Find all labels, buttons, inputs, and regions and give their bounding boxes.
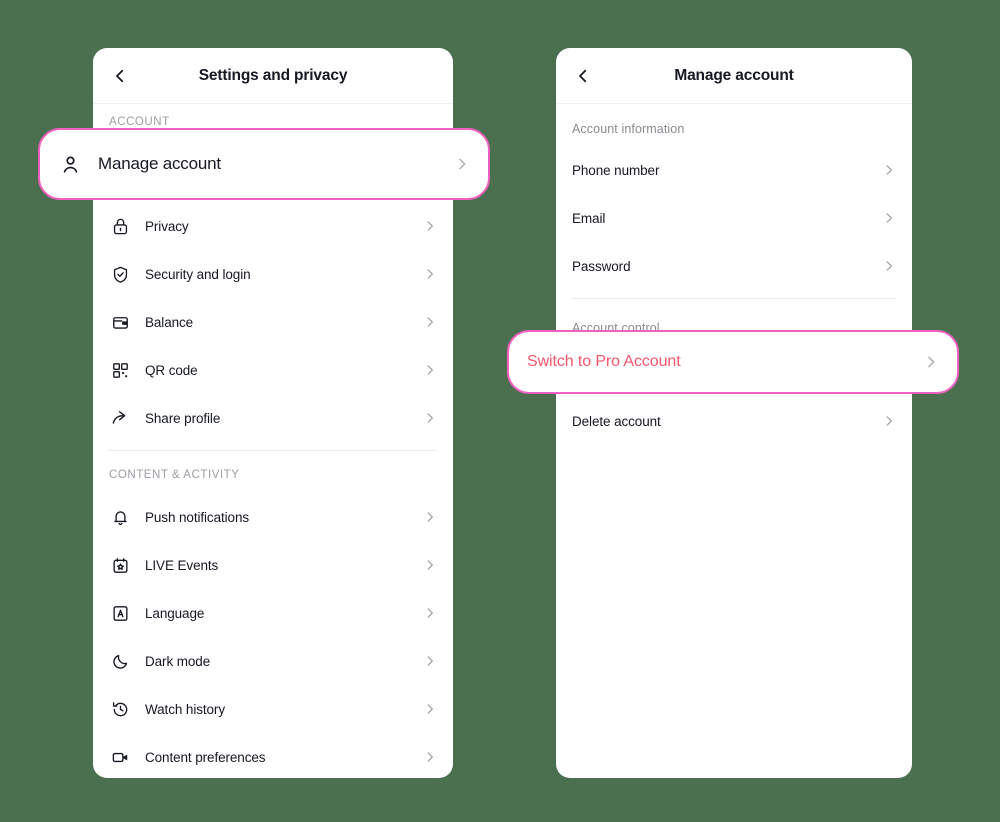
chevron-right-icon [886,213,892,223]
chevron-right-icon [427,704,433,714]
row-password[interactable]: Password [556,242,912,290]
chevron-right-icon [928,356,935,368]
row-label: Watch history [145,701,225,717]
row-label: Security and login [145,266,251,282]
row-label: Push notifications [145,509,250,525]
section-label-account: ACCOUNT [109,116,170,128]
chevron-right-icon [427,317,433,327]
page-title-settings: Settings and privacy [198,66,348,84]
row-email[interactable]: Email [556,194,912,242]
wallet-icon [109,311,131,333]
back-button-manage-account[interactable] [568,61,598,91]
chevron-right-icon [459,158,466,170]
chevron-right-icon [427,365,433,375]
row-label: Dark mode [145,653,211,669]
qr-code-icon [109,359,131,381]
highlight-switch-to-pro-account-label: Switch to Pro Account [527,353,681,370]
left-panel-header: Settings and privacy [93,48,453,104]
row-balance[interactable]: Balance [93,298,453,346]
row-label: Privacy [145,218,189,234]
right-panel-header: Manage account [556,48,912,104]
row-label: Share profile [145,410,221,426]
shield-check-icon [109,263,131,285]
chevron-right-icon [427,560,433,570]
moon-icon [109,650,131,672]
back-button-settings[interactable] [105,61,135,91]
chevron-right-icon [427,512,433,522]
row-label: Password [572,258,631,274]
chevron-left-icon [116,69,124,82]
row-label: Language [145,605,205,621]
row-qr-code[interactable]: QR code [93,346,453,394]
row-watch-history[interactable]: Watch history [93,685,453,733]
highlight-switch-to-pro-account[interactable]: Switch to Pro Account [507,330,959,394]
person-icon [58,152,82,176]
share-arrow-icon [109,407,131,429]
row-label: Delete account [572,413,661,429]
row-label: Balance [145,314,194,330]
row-label: QR code [145,362,198,378]
highlight-manage-account-label: Manage account [98,154,221,173]
video-camera-icon [109,746,131,768]
chevron-right-icon [886,416,892,426]
chevron-right-icon [427,269,433,279]
language-a-icon [109,602,131,624]
chevron-right-icon [427,608,433,618]
row-security-and-login[interactable]: Security and login [93,250,453,298]
chevron-right-icon [427,413,433,423]
row-live-events[interactable]: LIVE Events [93,541,453,589]
highlight-manage-account[interactable]: Manage account [38,128,490,200]
row-delete-account[interactable]: Delete account [556,397,912,445]
page-title-manage-account: Manage account [674,66,794,84]
section-label-content-activity: CONTENT & ACTIVITY [109,469,240,481]
row-phone-number[interactable]: Phone number [556,146,912,194]
bell-icon [109,506,131,528]
calendar-star-icon [109,554,131,576]
row-share-profile[interactable]: Share profile [93,394,453,442]
chevron-right-icon [427,752,433,762]
chevron-right-icon [886,165,892,175]
chevron-right-icon [886,261,892,271]
section-label-account-information: Account information [572,122,685,136]
clock-history-icon [109,698,131,720]
row-label: Phone number [572,162,660,178]
row-label: Email [572,210,606,226]
row-privacy[interactable]: Privacy [93,202,453,250]
chevron-right-icon [427,656,433,666]
row-label: Content preferences [145,749,266,765]
row-language[interactable]: Language [93,589,453,637]
row-dark-mode[interactable]: Dark mode [93,637,453,685]
chevron-left-icon [579,69,587,82]
lock-icon [109,215,131,237]
row-content-preferences[interactable]: Content preferences [93,733,453,778]
manage-account-panel: Manage account Account information Phone… [556,48,912,778]
row-push-notifications[interactable]: Push notifications [93,493,453,541]
section-divider [109,450,437,451]
row-label: LIVE Events [145,557,219,573]
screenshot-stage: Settings and privacy ACCOUNT Privacy Sec… [0,0,1000,822]
chevron-right-icon [427,221,433,231]
section-divider [572,298,896,299]
